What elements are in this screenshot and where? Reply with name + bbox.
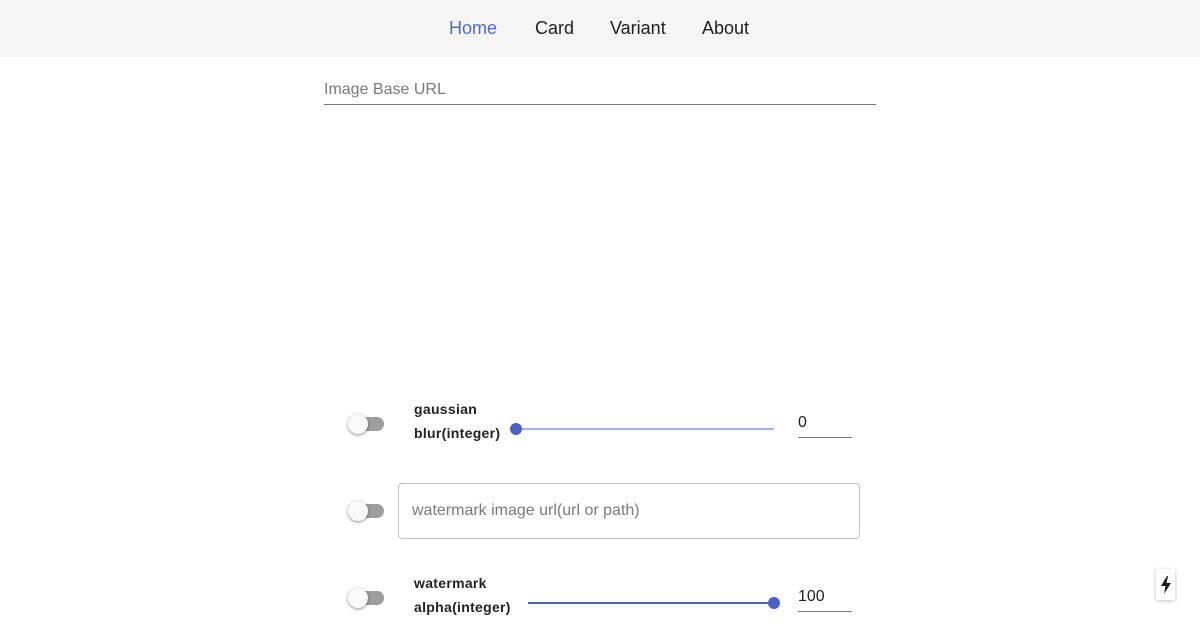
toggle-thumb xyxy=(348,501,368,521)
watermark-alpha-slider[interactable] xyxy=(528,595,780,611)
gaussian-blur-toggle[interactable] xyxy=(348,414,386,434)
nav-home-link[interactable]: Home xyxy=(449,17,497,39)
watermark-alpha-label: watermark alpha(integer) xyxy=(414,571,511,619)
watermark-alpha-toggle[interactable] xyxy=(348,588,386,608)
nav-variant-link[interactable]: Variant xyxy=(610,17,666,39)
watermark-image-toggle[interactable] xyxy=(348,501,386,521)
slider-thumb[interactable] xyxy=(510,423,522,435)
toggle-thumb xyxy=(348,414,368,434)
watermark-alpha-value-field xyxy=(798,585,852,612)
watermark-alpha-label-line1: watermark xyxy=(414,575,487,591)
slider-rail xyxy=(516,428,774,430)
lightning-bolt-icon xyxy=(1160,575,1171,594)
slider-thumb[interactable] xyxy=(768,597,780,609)
watermark-alpha-value-input[interactable] xyxy=(798,585,852,609)
slider-fill xyxy=(528,602,774,604)
nav-card-link[interactable]: Card xyxy=(535,17,574,39)
watermark-alpha-label-line2: alpha(integer) xyxy=(414,599,511,615)
watermark-image-url-input[interactable] xyxy=(412,499,842,523)
image-base-url-input[interactable] xyxy=(324,76,876,102)
gaussian-blur-label-line2: blur(integer) xyxy=(414,425,501,441)
top-nav: Home Card Variant About xyxy=(0,0,1200,57)
gaussian-blur-slider[interactable] xyxy=(510,421,774,437)
toggle-thumb xyxy=(348,588,368,608)
watermark-image-field xyxy=(398,483,860,539)
gaussian-blur-label-line1: gaussian xyxy=(414,401,478,417)
gaussian-blur-label: gaussian blur(integer) xyxy=(414,397,500,445)
gaussian-blur-value-input[interactable] xyxy=(798,411,852,435)
gaussian-blur-value-field xyxy=(798,411,852,438)
nav-about-link[interactable]: About xyxy=(702,17,749,39)
image-base-url-field xyxy=(324,76,876,105)
lightning-button[interactable] xyxy=(1156,569,1175,600)
